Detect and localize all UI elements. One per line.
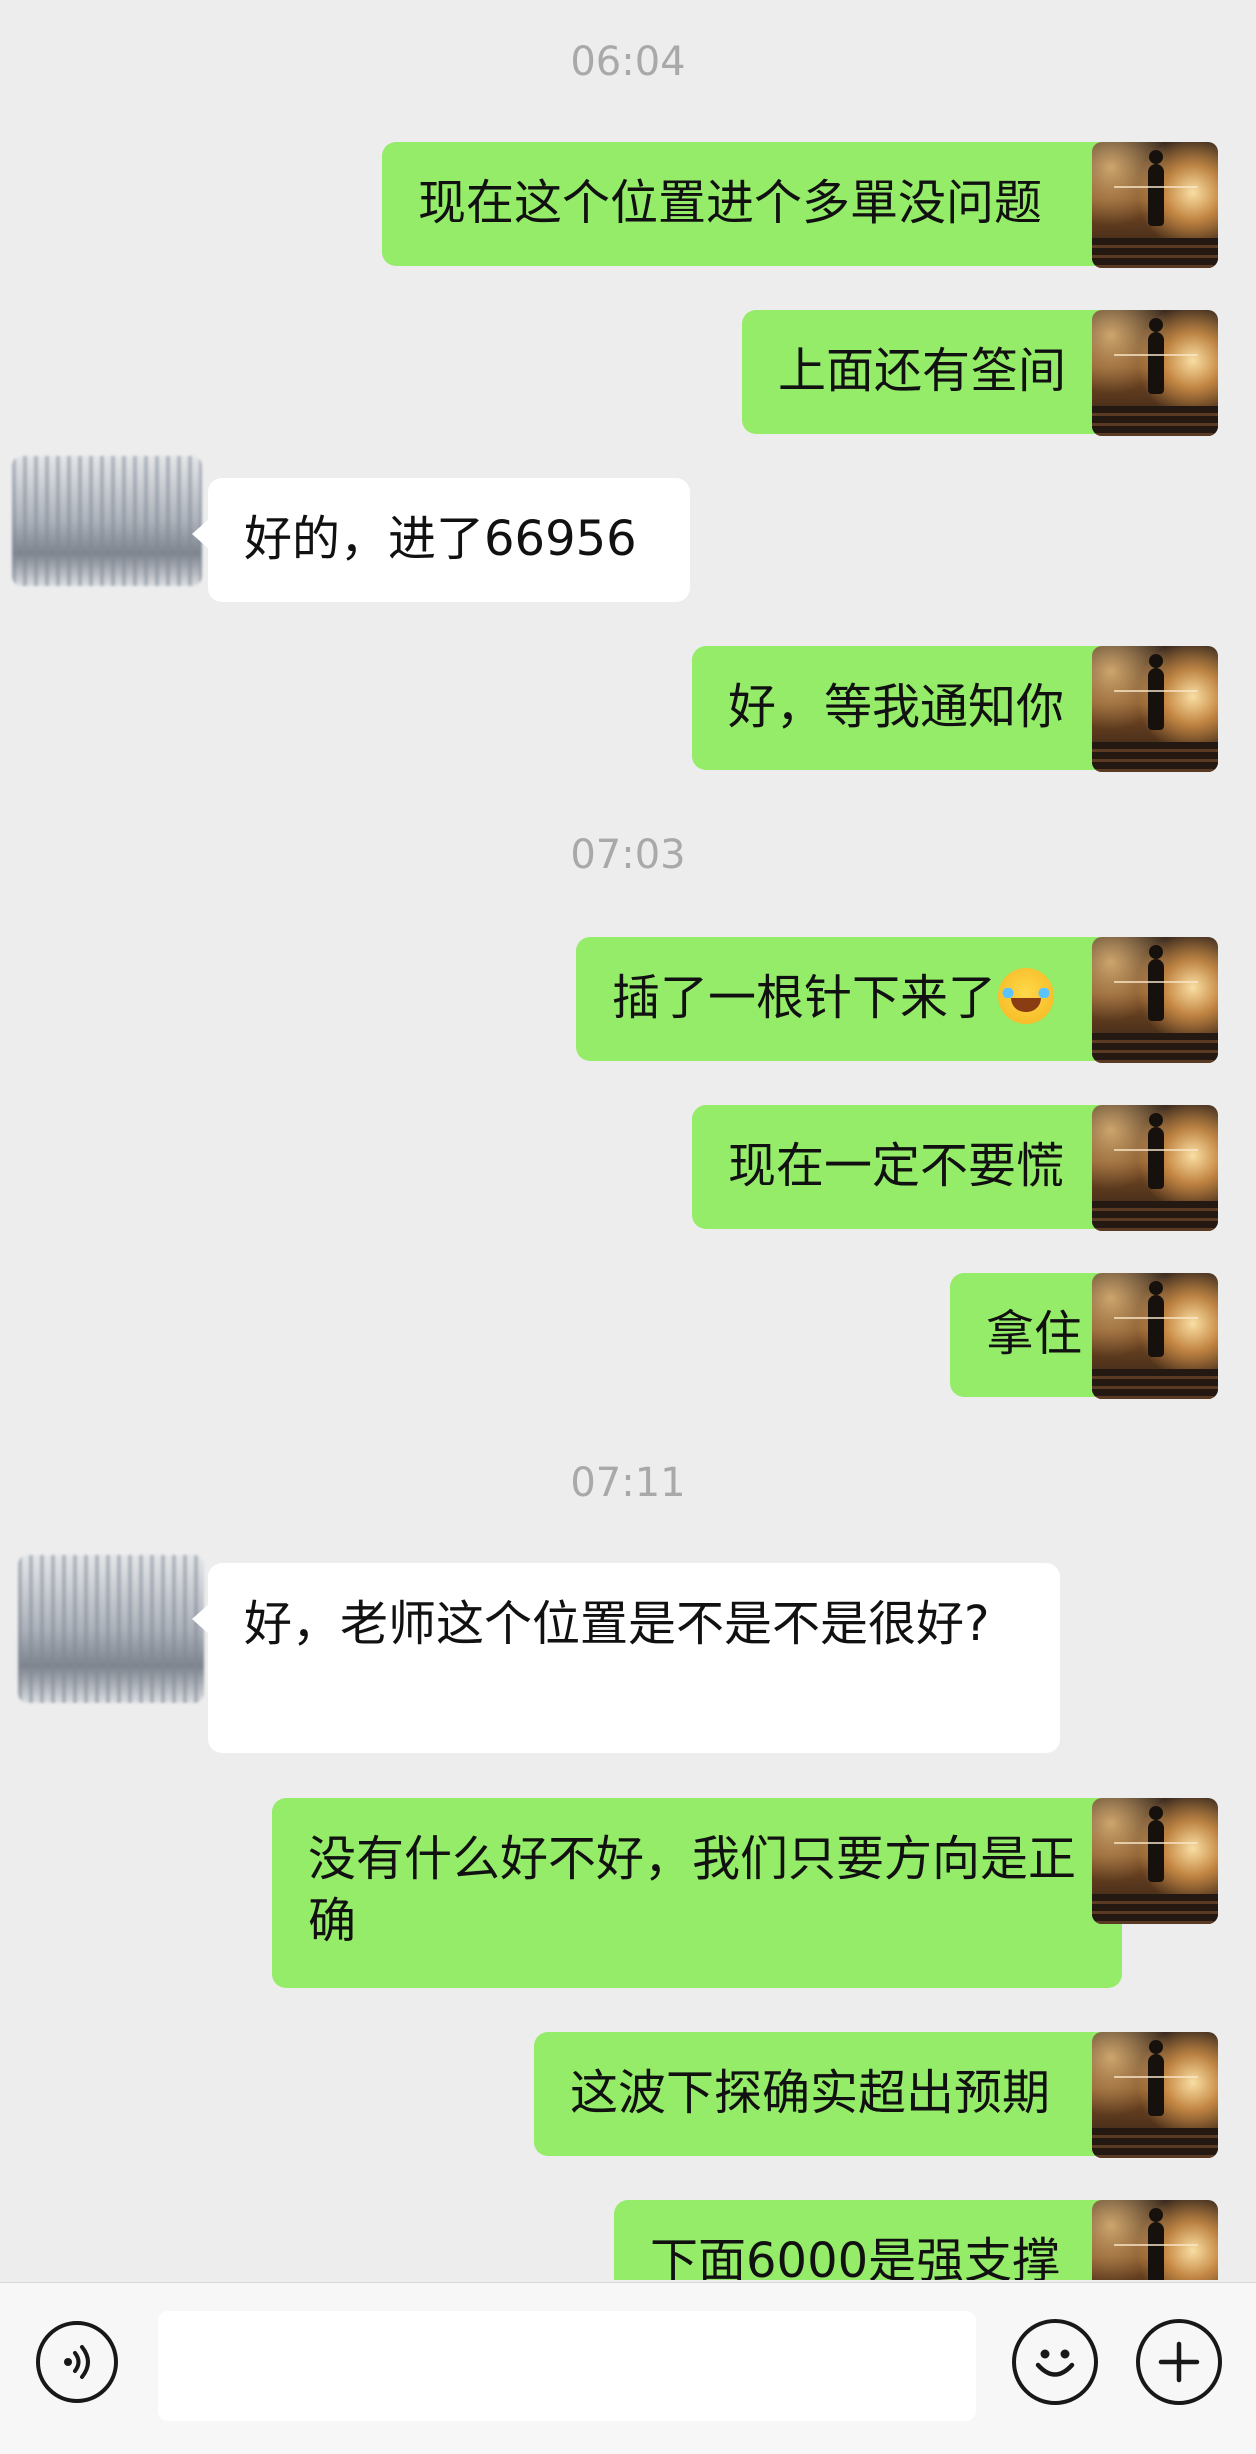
my-message-bubble[interactable]: 现在这个位置进个多單没问题	[382, 142, 1138, 266]
their-message-bubble[interactable]: 好，老师这个位置是不是不是很好?	[192, 1563, 1060, 1753]
my-message-bubble[interactable]: 上面还有筌间	[742, 310, 1138, 434]
my-avatar[interactable]	[1092, 2200, 1218, 2280]
my-message-bubble[interactable]: 下面6000是强支撑	[614, 2200, 1138, 2280]
their-message-bubble[interactable]: 好的，进了66956	[192, 478, 690, 602]
my-message-bubble[interactable]: 没有什么好不好，我们只要方向是正确	[272, 1798, 1138, 1988]
my-avatar[interactable]	[1092, 937, 1218, 1063]
my-avatar[interactable]	[1092, 2032, 1218, 2158]
voice-icon	[64, 2345, 90, 2379]
my-message-bubble[interactable]: 这波下探确实超出预期	[534, 2032, 1138, 2156]
my-avatar[interactable]	[1092, 1798, 1218, 1924]
my-avatar[interactable]	[1092, 646, 1218, 772]
contact-avatar[interactable]	[12, 456, 202, 586]
laughing-crying-emoji-icon	[998, 968, 1055, 1024]
my-avatar[interactable]	[1092, 142, 1218, 268]
timestamp: 06:04	[570, 39, 686, 85]
chat-area[interactable]: 06:04 现在这个位置进个多單没问题 上面还有筌间 好的，进了66956 好，…	[0, 0, 1256, 2280]
my-avatar[interactable]	[1092, 1105, 1218, 1231]
message-text: 插了一根针下来了	[612, 970, 997, 1026]
my-avatar[interactable]	[1092, 310, 1218, 436]
message-input[interactable]	[158, 2311, 976, 2421]
more-button[interactable]	[1136, 2319, 1222, 2405]
timestamp: 07:11	[570, 1460, 686, 1506]
contact-avatar[interactable]	[18, 1555, 204, 1703]
emoji-icon	[1035, 2349, 1075, 2377]
my-message-bubble[interactable]: 好，等我通知你	[692, 646, 1138, 770]
timestamp: 07:03	[570, 832, 686, 878]
my-message-bubble[interactable]: 插了一根针下来了	[576, 937, 1138, 1061]
voice-button[interactable]	[36, 2321, 118, 2403]
my-message-bubble[interactable]: 现在一定不要慌	[692, 1105, 1138, 1229]
input-bar	[0, 2282, 1256, 2454]
emoji-button[interactable]	[1012, 2319, 1098, 2405]
plus-icon	[1158, 2341, 1200, 2383]
my-avatar[interactable]	[1092, 1273, 1218, 1399]
